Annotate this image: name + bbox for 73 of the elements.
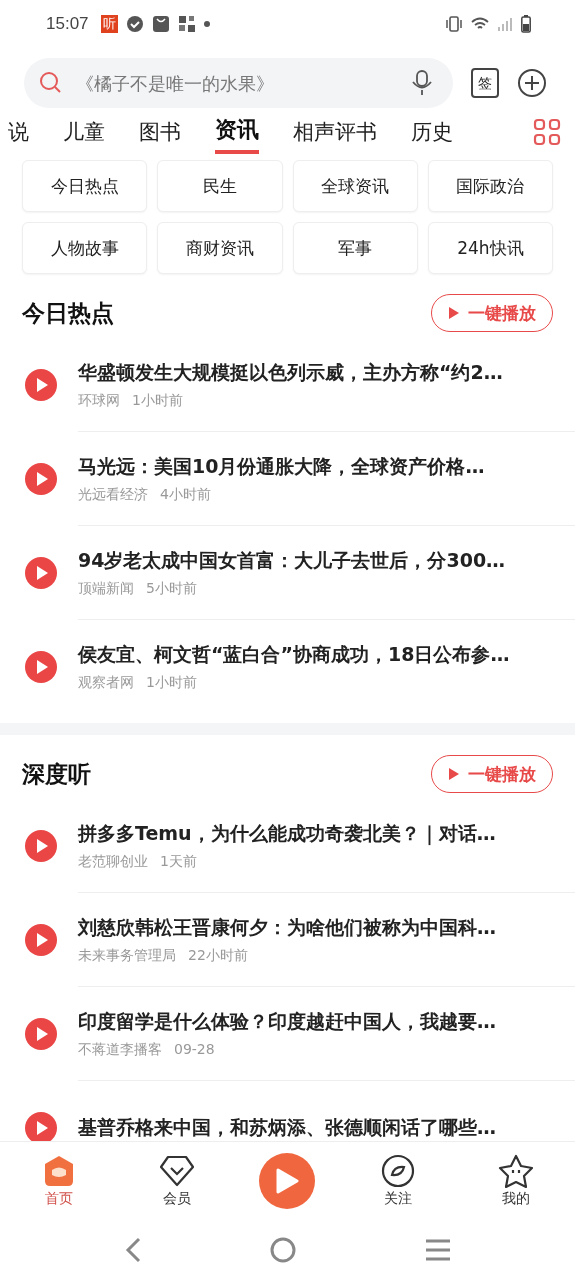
news-time: 5小时前 xyxy=(146,579,197,598)
play-icon[interactable] xyxy=(24,462,58,496)
category-chip[interactable]: 全球资讯 xyxy=(292,160,418,212)
category-tab[interactable]: 相声评书 xyxy=(293,110,377,154)
category-chip[interactable]: 民生 xyxy=(157,160,283,212)
play-icon xyxy=(448,306,460,320)
nav-tab[interactable]: 会员 xyxy=(141,1154,212,1208)
news-title[interactable]: 94岁老太成中国女首富：大儿子去世后，分300… xyxy=(78,547,575,574)
news-time: 4小时前 xyxy=(160,485,211,504)
news-title[interactable]: 基普乔格来中国，和苏炳添、张德顺闲话了哪些… xyxy=(78,1114,575,1141)
news-title[interactable]: 马光远：美国10月份通胀大降，全球资产价格… xyxy=(78,453,575,480)
play-icon[interactable] xyxy=(24,829,58,863)
vibrate-icon xyxy=(445,16,463,32)
category-chip[interactable]: 商财资讯 xyxy=(157,222,283,274)
category-tab[interactable]: 图书 xyxy=(139,110,181,154)
news-source: 未来事务管理局 xyxy=(78,946,176,965)
news-source: 光远看经济 xyxy=(78,485,148,504)
dot-icon xyxy=(203,21,210,27)
news-title[interactable]: 侯友宜、柯文哲“蓝白合”协商成功，18日公布参… xyxy=(78,641,575,668)
category-tab[interactable]: 历史 xyxy=(411,110,453,154)
wifi-icon xyxy=(471,17,489,31)
play-icon xyxy=(275,1168,300,1194)
menu-icon[interactable] xyxy=(423,1238,452,1262)
category-chip[interactable]: 今日热点 xyxy=(22,160,148,212)
sign-in-button[interactable]: 签 xyxy=(471,68,499,98)
play-icon[interactable] xyxy=(24,923,58,957)
news-title[interactable]: 拼多多Temu，为什么能成功奇袭北美？｜对话… xyxy=(78,820,575,847)
diamond-icon xyxy=(158,1154,195,1188)
news-source: 观察者网 xyxy=(78,673,134,692)
play-icon[interactable] xyxy=(24,1017,58,1051)
news-title[interactable]: 刘慈欣韩松王晋康何夕：为啥他们被称为中国科… xyxy=(78,914,575,941)
news-source: 环球网 xyxy=(78,391,120,410)
category-tab[interactable]: 说 xyxy=(8,110,29,154)
news-title[interactable]: 华盛顿发生大规模挺以色列示威，主办方称“约2… xyxy=(78,359,575,386)
nav-tab[interactable]: 首页 xyxy=(23,1154,94,1208)
category-chip[interactable]: 国际政治 xyxy=(427,160,553,212)
add-icon[interactable] xyxy=(517,68,547,98)
app-notification-icon: 听 xyxy=(100,15,118,33)
section-title: 深度听 xyxy=(22,759,91,789)
bag-icon xyxy=(151,15,170,33)
microphone-icon[interactable] xyxy=(411,70,433,96)
news-time: 1小时前 xyxy=(132,391,183,410)
news-source: 老范聊创业 xyxy=(78,852,148,871)
news-source: 顶端新闻 xyxy=(78,579,134,598)
battery-icon xyxy=(521,15,531,33)
signal-icon xyxy=(497,17,513,31)
nav-tab[interactable]: 关注 xyxy=(363,1154,434,1208)
home-icon[interactable] xyxy=(269,1236,298,1264)
news-time: 1天前 xyxy=(160,852,197,871)
check-icon xyxy=(125,15,144,33)
section-title: 今日热点 xyxy=(22,298,114,328)
news-source: 不蒋道李播客 xyxy=(78,1040,162,1059)
star-icon xyxy=(498,1154,535,1188)
compass-icon xyxy=(381,1154,416,1188)
news-time: 09-28 xyxy=(174,1040,215,1059)
category-tab[interactable]: 儿童 xyxy=(63,110,105,154)
category-chip[interactable]: 24h快讯 xyxy=(427,222,553,274)
grid-icon[interactable] xyxy=(533,118,561,146)
search-field[interactable]: 《橘子不是唯一的水果》 xyxy=(24,58,453,108)
category-chip[interactable]: 军事 xyxy=(292,222,418,274)
play-icon[interactable] xyxy=(24,1110,58,1141)
status-time: 15:07 xyxy=(46,14,89,34)
play-icon xyxy=(448,767,460,781)
news-time: 22小时前 xyxy=(188,946,248,965)
play-icon[interactable] xyxy=(24,649,58,684)
play-icon[interactable] xyxy=(24,556,58,590)
apps-icon xyxy=(177,15,196,33)
nav-tab[interactable]: 我的 xyxy=(481,1154,552,1208)
news-title[interactable]: 印度留学是什么体验？印度越赶中国人，我越要… xyxy=(78,1008,575,1035)
category-tab[interactable]: 资讯 xyxy=(215,110,259,154)
category-chip[interactable]: 人物故事 xyxy=(22,222,148,274)
news-time: 1小时前 xyxy=(146,673,197,692)
play-icon[interactable] xyxy=(24,368,58,402)
